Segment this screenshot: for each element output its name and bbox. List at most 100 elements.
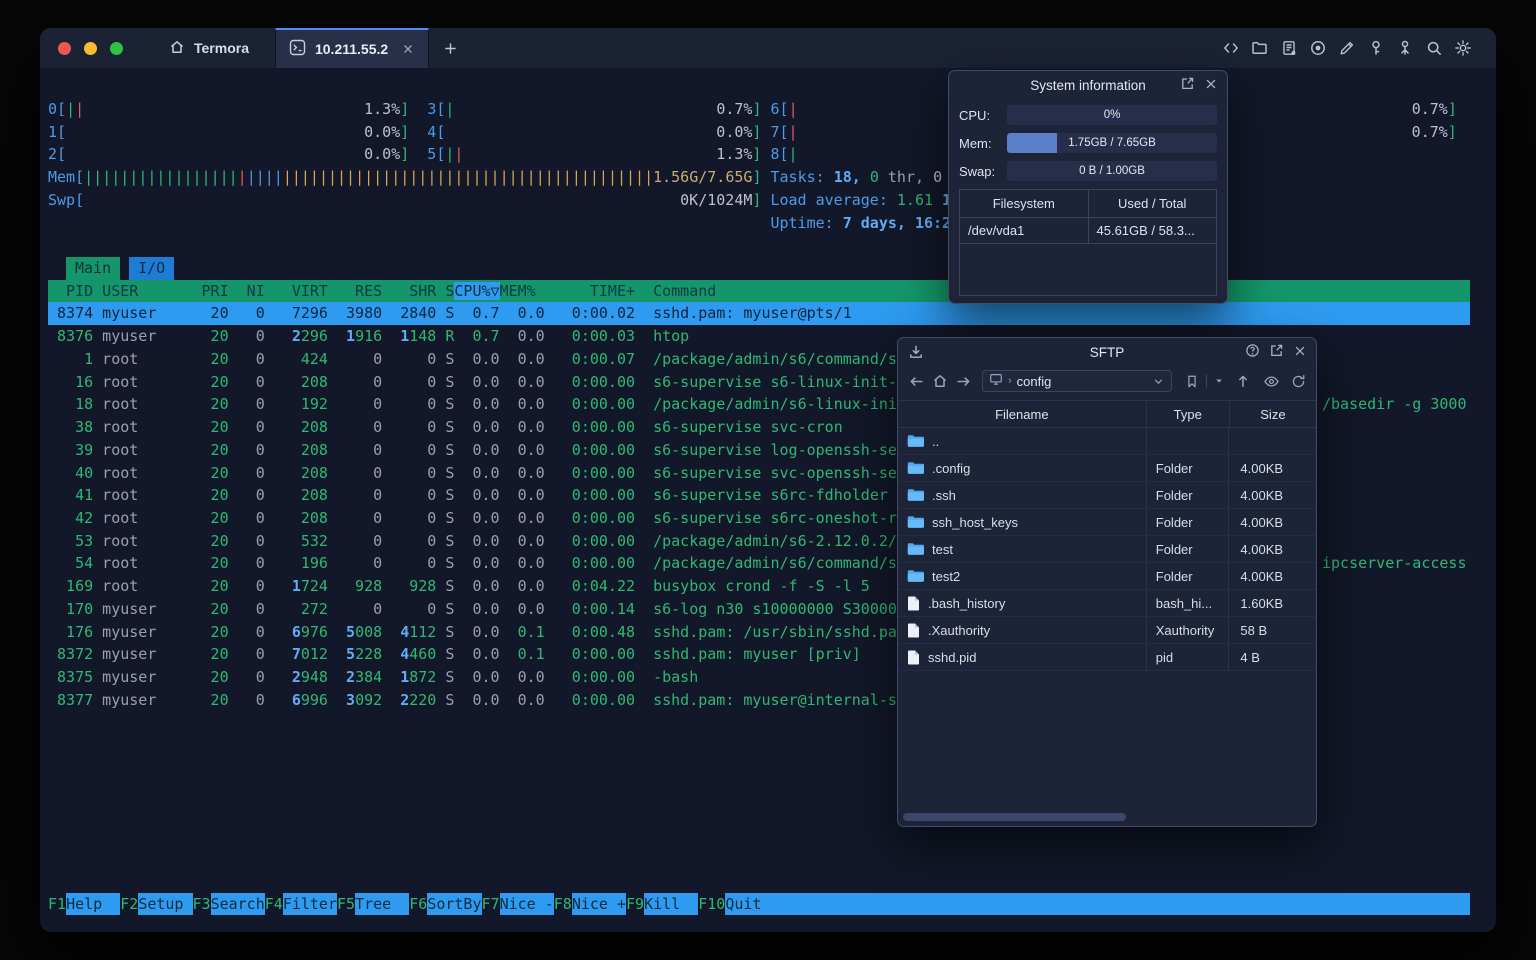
- settings-icon[interactable]: [1454, 39, 1472, 57]
- tab-close-icon[interactable]: [401, 42, 415, 56]
- htop-tab-io[interactable]: I/O: [129, 257, 175, 281]
- titlebar-toolbar: [1222, 39, 1496, 57]
- back-icon[interactable]: [908, 373, 925, 390]
- maximize-window-button[interactable]: [110, 41, 123, 55]
- fkey-f9[interactable]: F9: [626, 893, 644, 915]
- type-column-header[interactable]: Type: [1147, 401, 1230, 427]
- file-name: test2: [932, 568, 961, 584]
- filename-column-header[interactable]: Filename: [898, 401, 1147, 427]
- htop-tab-main[interactable]: Main: [66, 257, 121, 281]
- folder-icon: [907, 488, 924, 502]
- file-row[interactable]: ..: [898, 428, 1316, 455]
- fkey-f4[interactable]: F4: [265, 893, 283, 915]
- minimize-window-button[interactable]: [84, 41, 97, 55]
- filesystem-row[interactable]: /dev/vda1 45.61GB / 58.3...: [960, 218, 1216, 244]
- parent-directory-icon[interactable]: [1235, 373, 1251, 389]
- file-size: 4.00KB: [1229, 563, 1316, 590]
- mem-usage-bar: 1.75GB / 7.65GB: [1007, 133, 1217, 153]
- show-hidden-eye-icon[interactable]: [1263, 373, 1280, 390]
- file-name: .config: [932, 460, 971, 476]
- system-information-titlebar[interactable]: System information: [949, 71, 1227, 99]
- command-tail: ipcserver-access: [1322, 554, 1467, 573]
- htop-function-key-bar: F1 Help F2 Setup F3 Search F4 Filter F5 Tree F6…: [48, 893, 1470, 915]
- folder-icon: [907, 542, 924, 556]
- size-column-header[interactable]: Size: [1230, 401, 1316, 427]
- fkey-label-filter[interactable]: Filter: [282, 893, 337, 915]
- record-icon[interactable]: [1309, 39, 1327, 57]
- open-in-window-icon[interactable]: [1269, 343, 1284, 361]
- file-row[interactable]: sshd.pid pid 4 B: [898, 644, 1316, 671]
- close-icon[interactable]: [1293, 344, 1307, 361]
- filesystem-column-header[interactable]: Filesystem: [960, 190, 1089, 218]
- swap-label: Swap:: [959, 163, 996, 179]
- file-row[interactable]: .bash_history bash_hi... 1.60KB: [898, 590, 1316, 617]
- tab-termora-home[interactable]: Termora: [143, 28, 275, 68]
- code-icon[interactable]: [1222, 39, 1240, 57]
- fkey-f5[interactable]: F5: [337, 893, 355, 915]
- tab-session[interactable]: 10.211.55.2: [274, 28, 430, 68]
- new-tab-button[interactable]: [429, 28, 472, 68]
- file-size: [1229, 428, 1316, 455]
- search-icon[interactable]: [1425, 39, 1443, 57]
- fkey-label-setup[interactable]: Setup: [138, 893, 193, 915]
- fkey-f8[interactable]: F8: [554, 893, 572, 915]
- fkey-label-help[interactable]: Help: [66, 893, 121, 915]
- sort-column-cpu[interactable]: CPU%▽: [454, 281, 500, 300]
- fkey-label-sortby[interactable]: SortBy: [427, 893, 482, 915]
- fkey-f10[interactable]: F10: [698, 893, 725, 915]
- fkey-f6[interactable]: F6: [409, 893, 427, 915]
- file-row[interactable]: ssh_host_keys Folder 4.00KB: [898, 509, 1316, 536]
- file-row[interactable]: .ssh Folder 4.00KB: [898, 482, 1316, 509]
- file-row[interactable]: .Xauthority Xauthority 58 B: [898, 617, 1316, 644]
- mem-label: Mem:: [959, 135, 992, 151]
- folder-icon: [907, 461, 924, 475]
- fkey-label-search[interactable]: Search: [210, 893, 265, 915]
- fkey-label-quit[interactable]: Quit: [725, 893, 1470, 915]
- key-icon[interactable]: [1367, 39, 1385, 57]
- fkey-label-tree[interactable]: Tree: [355, 893, 410, 915]
- bookmark-icon[interactable]: [1185, 374, 1199, 389]
- file-row[interactable]: test Folder 4.00KB: [898, 536, 1316, 563]
- system-information-title: System information: [1030, 77, 1146, 93]
- used-total-column-header[interactable]: Used / Total: [1088, 190, 1216, 218]
- sftp-titlebar[interactable]: SFTP: [898, 338, 1316, 366]
- help-icon[interactable]: [1245, 343, 1260, 361]
- edit-icon[interactable]: [1338, 39, 1356, 57]
- fkey-f7[interactable]: F7: [482, 893, 500, 915]
- horizontal-scrollbar[interactable]: [903, 813, 1126, 821]
- fkey-f2[interactable]: F2: [120, 893, 138, 915]
- open-in-window-icon[interactable]: [1180, 76, 1195, 94]
- fkey-label-nice[interactable]: Nice +: [571, 893, 626, 915]
- swap-usage-bar: 0 B / 1.00GB: [1007, 161, 1217, 181]
- notes-icon[interactable]: [1280, 39, 1298, 57]
- system-information-window: System information CPU: 0% Mem: 1.75GB /…: [948, 70, 1228, 304]
- filesystem-table: Filesystem Used / Total /dev/vda1 45.61G…: [959, 189, 1217, 296]
- process-row[interactable]: 8374 myuser 20 0 7296 3980 2840 S 0.7 0.…: [48, 302, 1470, 326]
- sftp-title: SFTP: [1089, 344, 1125, 360]
- keychain-icon[interactable]: [1396, 39, 1414, 57]
- fkey-label-nice[interactable]: Nice -: [499, 893, 554, 915]
- chevron-down-icon[interactable]: [1152, 375, 1165, 388]
- fkey-f1[interactable]: F1: [48, 893, 66, 915]
- folder-icon[interactable]: [1251, 39, 1269, 57]
- fkey-label-kill[interactable]: Kill: [644, 893, 699, 915]
- bookmark-caret-icon[interactable]: [1214, 376, 1224, 386]
- home-icon: [169, 39, 185, 58]
- file-type: Folder: [1146, 563, 1230, 590]
- file-type: Folder: [1146, 455, 1230, 482]
- fkey-f3[interactable]: F3: [193, 893, 211, 915]
- refresh-icon[interactable]: [1291, 374, 1306, 389]
- forward-icon[interactable]: [955, 373, 972, 390]
- path-input[interactable]: › config: [982, 370, 1173, 392]
- file-row[interactable]: test2 Folder 4.00KB: [898, 563, 1316, 590]
- cpu-usage-value: 0%: [1103, 109, 1121, 121]
- close-icon[interactable]: [1204, 77, 1218, 94]
- swap-usage-row: Swap: 0 B / 1.00GB: [959, 161, 1217, 181]
- file-size: 58 B: [1229, 617, 1316, 644]
- htop-screen-tabs: Main I/O: [66, 257, 175, 281]
- download-icon[interactable]: [908, 338, 924, 366]
- home-icon[interactable]: [932, 373, 948, 389]
- close-window-button[interactable]: [58, 41, 71, 55]
- file-row[interactable]: .config Folder 4.00KB: [898, 455, 1316, 482]
- file-table-header: Filename Type Size: [898, 400, 1316, 428]
